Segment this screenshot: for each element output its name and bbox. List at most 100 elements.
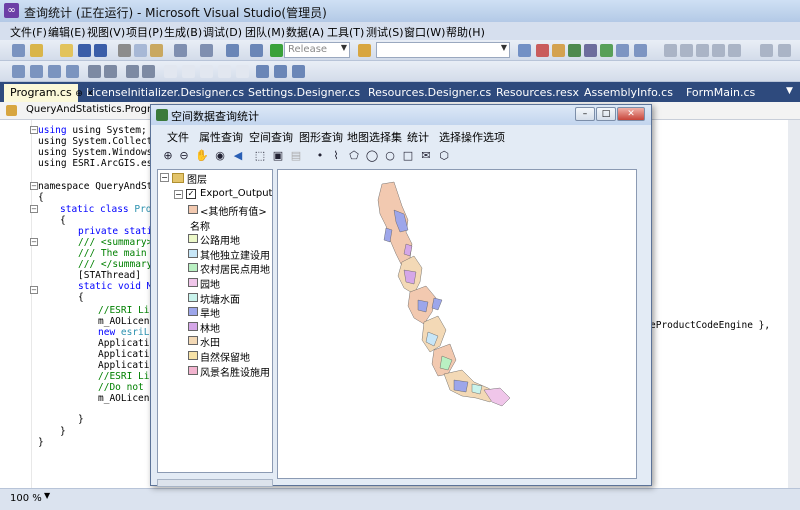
layer-visibility-checkbox[interactable]: ✓ [186, 189, 196, 199]
parameter-info-icon[interactable] [30, 65, 43, 78]
polyline-icon[interactable]: ⌇ [329, 149, 343, 163]
save-all-icon[interactable] [94, 44, 107, 57]
legend-swatch[interactable] [188, 205, 198, 214]
back-arrow-icon[interactable]: ◀ [231, 149, 245, 163]
point-icon[interactable]: • [313, 149, 327, 163]
tab-resources-designer[interactable]: Resources.Designer.cs [362, 84, 497, 102]
stop-debugging-icon[interactable] [696, 44, 709, 57]
menu-data[interactable]: 数据(A) [286, 24, 324, 40]
bookmark-next-folder-icon[interactable] [236, 65, 249, 78]
minimize-icon[interactable]: – [575, 107, 595, 121]
menu-help[interactable]: 帮助(H) [446, 24, 485, 40]
dialog-menu-attribute-query[interactable]: 属性查询 [199, 129, 243, 145]
decrease-indent-icon[interactable] [88, 65, 101, 78]
tab-form-main[interactable]: FormMain.cs [680, 84, 761, 102]
clear-selection-icon[interactable]: ▤ [289, 149, 303, 163]
configuration-combo[interactable]: Release ▼ [284, 42, 350, 58]
extension-manager-icon[interactable] [600, 44, 613, 57]
break-all-icon[interactable] [680, 44, 693, 57]
tab-list-dropdown-icon[interactable]: ▼ [780, 84, 799, 102]
menu-window[interactable]: 窗口(W) [404, 24, 445, 40]
save-icon[interactable] [78, 44, 91, 57]
legend-swatch[interactable] [188, 234, 198, 244]
maximize-icon[interactable]: □ [596, 107, 616, 121]
zoom-out-icon[interactable]: ⊖ [177, 149, 191, 163]
legend-swatch[interactable] [188, 321, 198, 331]
step-over-icon[interactable] [728, 44, 741, 57]
chevron-down-icon[interactable]: ▼ [44, 491, 50, 500]
dialog-menu-map-selection[interactable]: 地图选择集 [347, 129, 402, 145]
properties-icon[interactable] [568, 44, 581, 57]
dialog-menu-spatial-query[interactable]: 空间查询 [249, 129, 293, 145]
fold-toggle[interactable]: − [30, 238, 38, 246]
zoom-in-icon[interactable]: ⊕ [161, 149, 175, 163]
cut-icon[interactable] [118, 44, 131, 57]
fold-toggle[interactable]: − [30, 126, 38, 134]
menu-edit[interactable]: 编辑(E) [48, 24, 86, 40]
legend-swatch[interactable] [188, 307, 198, 317]
complete-word-icon[interactable] [66, 65, 79, 78]
fold-toggle[interactable]: − [30, 182, 38, 190]
collapse-toggle[interactable]: − [160, 173, 169, 182]
menu-view[interactable]: 视图(V) [87, 24, 125, 40]
menu-test[interactable]: 测试(S) [366, 24, 404, 40]
fold-toggle[interactable]: − [30, 286, 38, 294]
clear-bookmarks-icon[interactable] [292, 65, 305, 78]
tab-settings-designer[interactable]: Settings.Designer.cs [242, 84, 366, 102]
bookmark-next-icon[interactable] [200, 65, 213, 78]
continue-icon[interactable] [664, 44, 677, 57]
dialog-menu-selection-options[interactable]: 选择操作选项 [439, 129, 505, 145]
legend-swatch[interactable] [188, 292, 198, 302]
select-features-icon[interactable]: ⬚ [253, 149, 267, 163]
uncomment-icon[interactable] [142, 65, 155, 78]
menu-team[interactable]: 团队(M) [245, 24, 285, 40]
pan-icon[interactable]: ✋ [195, 149, 209, 163]
add-item-icon[interactable] [30, 44, 43, 57]
find-icon[interactable] [358, 44, 371, 57]
hex-display-icon[interactable] [778, 44, 791, 57]
dialog-menu-file[interactable]: 文件 [167, 129, 189, 145]
circle-icon[interactable]: ○ [383, 149, 397, 163]
bookmark-icon[interactable] [164, 65, 177, 78]
dialog-menu-statistics[interactable]: 统计 [407, 129, 429, 145]
legend-swatch[interactable] [188, 278, 198, 287]
toc-horizontal-scrollbar[interactable] [157, 479, 273, 487]
freehand-icon[interactable]: ⬡ [437, 149, 451, 163]
menu-file[interactable]: 文件(F) [10, 24, 47, 40]
identify-icon[interactable]: ▣ [271, 149, 285, 163]
zoom-level[interactable]: 100 % [10, 493, 42, 504]
tab-resources-resx[interactable]: Resources.resx [490, 84, 585, 102]
envelope-icon[interactable]: ✉ [419, 149, 433, 163]
redo-icon[interactable] [200, 44, 213, 57]
rectangle-icon[interactable]: □ [401, 149, 415, 163]
open-file-icon[interactable] [60, 44, 73, 57]
find-in-files-icon[interactable] [518, 44, 531, 57]
list-members-icon[interactable] [48, 65, 61, 78]
tab-assembly-info[interactable]: AssemblyInfo.cs [578, 84, 679, 102]
bookmark-prev-document-icon[interactable] [256, 65, 269, 78]
legend-swatch[interactable] [188, 263, 198, 273]
step-out-icon[interactable] [760, 44, 773, 57]
map-view[interactable] [277, 169, 637, 479]
collapse-toggle[interactable]: − [174, 190, 183, 199]
menu-tools[interactable]: 工具(T) [327, 24, 364, 40]
start-debugging-icon[interactable] [270, 44, 283, 57]
full-extent-icon[interactable]: ◉ [213, 149, 227, 163]
solution-explorer-icon[interactable] [552, 44, 565, 57]
bookmark-next-document-icon[interactable] [274, 65, 287, 78]
legend-swatch[interactable] [188, 248, 198, 258]
output-icon[interactable] [616, 44, 629, 57]
menu-project[interactable]: 项目(P) [126, 24, 163, 40]
legend-swatch[interactable] [188, 365, 198, 375]
layer-name[interactable]: Export_Output [200, 188, 272, 199]
menu-debug[interactable]: 调试(D) [203, 24, 242, 40]
polygon-icon[interactable]: ⬠ [347, 149, 361, 163]
class-combo[interactable]: QueryAndStatistics.Program [26, 104, 167, 115]
menu-build[interactable]: 生成(B) [164, 24, 202, 40]
fold-toggle[interactable]: − [30, 205, 38, 213]
object-browser-icon[interactable] [584, 44, 597, 57]
legend-swatch[interactable] [188, 336, 198, 346]
start-page-icon[interactable] [634, 44, 647, 57]
navigate-back-icon[interactable] [226, 44, 239, 57]
step-into-icon[interactable] [712, 44, 725, 57]
